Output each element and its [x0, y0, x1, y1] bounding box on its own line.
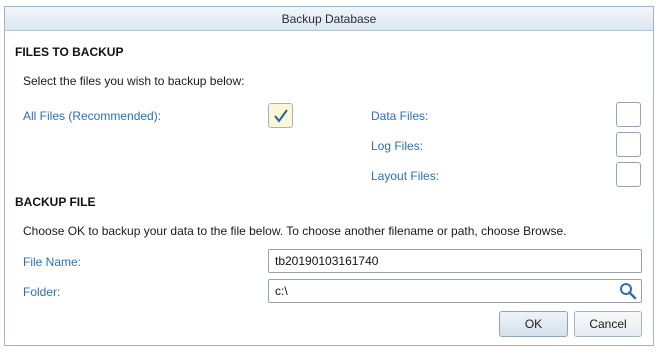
- log-files-label: Log Files:: [371, 139, 424, 153]
- file-name-label: File Name:: [23, 255, 82, 269]
- ok-button[interactable]: OK: [499, 311, 568, 337]
- log-files-checkbox[interactable]: [616, 132, 641, 157]
- cancel-button[interactable]: Cancel: [574, 311, 642, 337]
- folder-label: Folder:: [23, 285, 61, 299]
- files-to-backup-heading: FILES TO BACKUP: [15, 45, 124, 59]
- files-instruction: Select the files you wish to backup belo…: [23, 74, 245, 88]
- backup-database-dialog: Backup Database FILES TO BACKUP Select t…: [4, 6, 654, 346]
- all-files-label: All Files (Recommended):: [23, 109, 162, 123]
- dialog-title: Backup Database: [5, 7, 653, 31]
- backup-instruction: Choose OK to backup your data to the fil…: [23, 224, 567, 238]
- layout-files-label: Layout Files:: [371, 169, 440, 183]
- search-icon[interactable]: [619, 282, 637, 302]
- all-files-checkbox[interactable]: [268, 103, 293, 128]
- file-name-value: tb20190103161740: [275, 254, 379, 268]
- data-files-label: Data Files:: [371, 109, 429, 123]
- checkmark-icon: [274, 109, 288, 123]
- folder-value: c:\: [275, 284, 288, 298]
- data-files-checkbox[interactable]: [616, 102, 641, 127]
- folder-input[interactable]: c:\: [268, 279, 642, 303]
- backup-file-heading: BACKUP FILE: [15, 195, 96, 209]
- file-name-input[interactable]: tb20190103161740: [268, 249, 642, 273]
- layout-files-checkbox[interactable]: [616, 162, 641, 187]
